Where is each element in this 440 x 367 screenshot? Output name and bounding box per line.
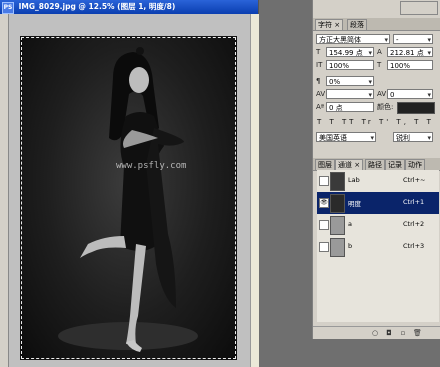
document-title: IMG_8029.jpg @ 12.5% (图层 1, 明度/8)	[18, 2, 176, 11]
tab-actions[interactable]: 动作	[405, 159, 425, 170]
channel-thumbnail	[330, 194, 345, 213]
horizontal-scale-icon: T	[377, 61, 382, 69]
leading-icon: A	[377, 48, 382, 56]
text-style-buttons[interactable]: T T TT Tr T' T, T T	[317, 118, 437, 128]
font-style-select[interactable]: -	[393, 34, 433, 44]
tab-channels[interactable]: 通道 ×	[335, 159, 364, 170]
channel-name: 明度	[348, 200, 361, 208]
channel-thumbnail	[330, 172, 345, 191]
vertical-scale-field[interactable]: 100%	[326, 60, 374, 70]
tracking-icon: AV	[377, 90, 387, 98]
document-window: PS IMG_8029.jpg @ 12.5% (图层 1, 明度/8) www…	[0, 0, 259, 367]
channel-name: Lab	[348, 176, 360, 184]
tab-history[interactable]: 记录	[385, 159, 405, 170]
eye-icon[interactable]: 👁	[319, 198, 329, 208]
channel-thumbnail	[330, 216, 345, 235]
visibility-toggle-icon[interactable]	[319, 220, 329, 230]
horizontal-scale-field[interactable]: 100%	[387, 60, 433, 70]
character-panel: 方正大黑简体 - T 154.99 点 A 212.81 点 IT 100% T…	[313, 32, 440, 156]
photo-figure	[58, 47, 198, 352]
collapsed-panel-header[interactable]	[400, 1, 438, 15]
panels-dock: 字符 × 段落 方正大黑简体 - T 154.99 点 A 212.81 点 I…	[312, 0, 440, 367]
antialias-select[interactable]: 锐利	[393, 132, 433, 142]
channel-thumbnail	[330, 238, 345, 257]
channel-shortcut: Ctrl+~	[403, 176, 426, 184]
kerning-field[interactable]	[326, 89, 374, 99]
tab-paragraph[interactable]: 段落	[347, 19, 367, 30]
load-selection-icon[interactable]: ○	[371, 329, 379, 337]
text-color-swatch[interactable]	[397, 102, 435, 114]
photo-canvas[interactable]: www.psfly.com	[20, 36, 237, 360]
vertical-scrollbar[interactable]	[250, 14, 259, 367]
watermark-text: www.psfly.com	[116, 161, 187, 171]
color-label: 颜色:	[377, 103, 394, 111]
tracking-percent-field[interactable]: 0%	[326, 76, 374, 86]
font-family-select[interactable]: 方正大黑简体	[316, 34, 390, 44]
channels-list-empty-area	[317, 258, 439, 322]
tracking-percent-icon: ¶	[316, 77, 321, 85]
tab-layers[interactable]: 图层	[315, 159, 335, 170]
kerning-icon: AV	[316, 90, 326, 98]
language-select[interactable]: 美国英语	[316, 132, 376, 142]
visibility-toggle-icon[interactable]	[319, 242, 329, 252]
channels-panel-toolbar: ○ ◘ ▫ 🗑	[313, 326, 440, 340]
leading-field[interactable]: 212.81 点	[387, 47, 433, 57]
font-size-icon: T	[316, 48, 321, 56]
visibility-toggle-icon[interactable]	[319, 176, 329, 186]
tab-character[interactable]: 字符 ×	[315, 19, 344, 30]
save-selection-icon[interactable]: ◘	[385, 329, 393, 337]
channel-row-a[interactable]: a Ctrl+2	[317, 214, 439, 237]
channel-row-lightness[interactable]: 👁 明度 Ctrl+1	[317, 192, 439, 215]
vertical-scale-icon: IT	[316, 61, 323, 69]
baseline-shift-field[interactable]: 0 点	[326, 102, 374, 112]
tab-paths[interactable]: 路径	[365, 159, 385, 170]
new-channel-icon[interactable]: ▫	[399, 329, 407, 337]
tracking-field[interactable]: 0	[387, 89, 433, 99]
channel-name: b	[348, 242, 353, 250]
ruler-left	[0, 14, 9, 367]
font-size-field[interactable]: 154.99 点	[326, 47, 374, 57]
channel-name: a	[348, 220, 352, 228]
channel-row-lab[interactable]: Lab Ctrl+~	[317, 170, 439, 193]
channel-row-b[interactable]: b Ctrl+3	[317, 236, 439, 259]
photoshop-icon: PS	[2, 2, 14, 14]
document-title-bar[interactable]: PS IMG_8029.jpg @ 12.5% (图层 1, 明度/8)	[0, 0, 258, 14]
channel-shortcut: Ctrl+1	[403, 198, 425, 206]
baseline-shift-icon: Aª	[316, 103, 325, 111]
delete-channel-icon[interactable]: 🗑	[413, 329, 422, 337]
channel-shortcut: Ctrl+2	[403, 220, 425, 228]
character-panel-tabs: 字符 × 段落	[313, 18, 440, 31]
channel-shortcut: Ctrl+3	[403, 242, 425, 250]
panel-dock-bottom	[312, 339, 440, 367]
